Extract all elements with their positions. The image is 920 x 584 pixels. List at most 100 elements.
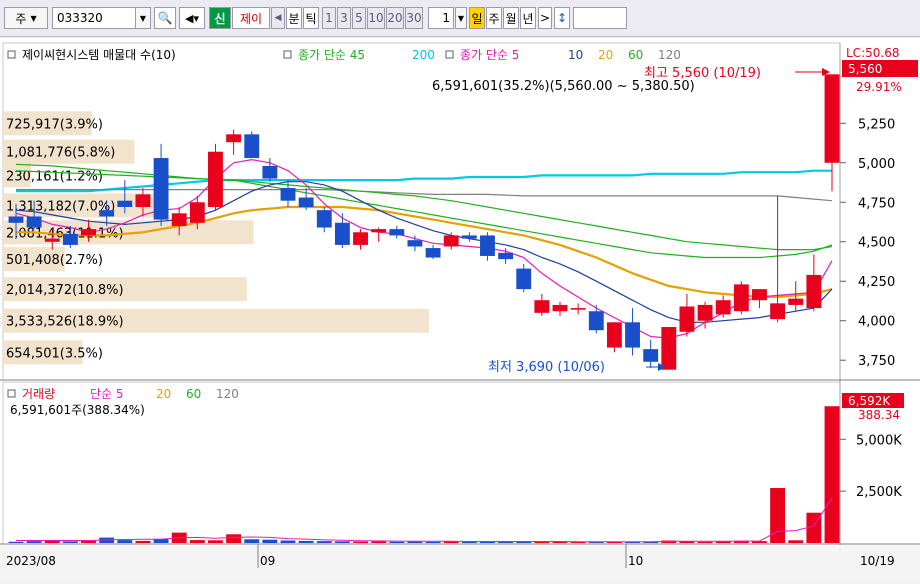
volume-bar: [81, 540, 96, 543]
stock-name-field: 제이: [232, 7, 270, 29]
count-dropdown-button[interactable]: ▼: [455, 7, 467, 29]
period-select[interactable]: 주 ▼: [4, 7, 48, 29]
volume-bar: [353, 541, 368, 543]
volume-profile-label: 1,081,776(5.8%): [6, 146, 115, 161]
candle-body: [498, 252, 514, 260]
speaker-button[interactable]: ◀▾: [179, 7, 205, 29]
volume-bar: [334, 541, 350, 543]
search-button[interactable]: 🔍: [154, 7, 176, 29]
toolbar: 주 ▼ 033320 ▼ 🔍 ◀▾ 신 제이 ◀ 분 틱 1 3 5 10 20…: [0, 0, 920, 37]
volume-bar: [298, 540, 314, 543]
volume-bar: [316, 541, 332, 543]
number-button-label: 3: [340, 11, 348, 25]
number-button-3[interactable]: 3: [337, 7, 351, 29]
candle-body: [643, 349, 659, 362]
price-legend-title: 제이씨현시스템 매물대 수(10): [22, 48, 176, 62]
tab-month[interactable]: 월: [503, 7, 519, 29]
tab-day[interactable]: 일: [469, 7, 485, 29]
credit-badge[interactable]: 신: [209, 7, 231, 29]
right-stack-value: 29.91%: [856, 80, 902, 94]
candle-body: [588, 311, 604, 331]
tab-week-label: 주: [488, 11, 500, 26]
unit-tick-button[interactable]: 틱: [303, 7, 319, 29]
price-legend-ma200: 200: [412, 48, 435, 62]
price-legend-ma120: 120: [658, 48, 681, 62]
volume-profile-label: 3,533,526(18.9%): [6, 315, 124, 330]
code-dropdown-button[interactable]: ▼: [135, 7, 151, 29]
price-tick-label: 4,750: [858, 196, 895, 211]
candle-body: [661, 327, 677, 370]
number-button-5[interactable]: 5: [352, 7, 366, 29]
volume-bar: [371, 541, 387, 543]
volume-bar: [62, 541, 78, 543]
volume-bar: [280, 540, 296, 543]
candle-body: [334, 222, 350, 245]
blank-input[interactable]: [573, 7, 627, 29]
period-select-value: 주: [15, 11, 27, 26]
candle-body: [226, 134, 242, 143]
tab-week[interactable]: 주: [486, 7, 502, 29]
candle-body: [171, 213, 187, 226]
chart-svg: 725,917(3.9%) 1,081,776(5.8%) 230,161(1.2%…: [0, 38, 920, 581]
volume-legend-title: 거래량: [22, 387, 55, 401]
number-button-30[interactable]: 30: [405, 7, 423, 29]
candle-body: [770, 303, 786, 320]
high-label: 최고 5,560 (10/19): [644, 66, 761, 81]
candle-body: [262, 165, 278, 179]
candle-body: [480, 235, 495, 256]
candle-body: [461, 235, 477, 239]
price-tick-label: 4,500: [858, 236, 895, 251]
number-button-20[interactable]: 20: [386, 7, 404, 29]
tab-year[interactable]: 년: [520, 7, 536, 29]
current-volume-value: 6,592K: [848, 394, 891, 408]
price-tick-label: 4,250: [858, 275, 895, 290]
price-tick-label: 5,250: [858, 117, 895, 132]
volume-bar: [425, 541, 441, 543]
candle-body: [516, 268, 532, 290]
price-tick-label: 4,000: [858, 315, 895, 330]
volume-legend-120: 120: [216, 387, 239, 401]
candle-body: [679, 306, 695, 332]
candle-body: [534, 300, 550, 313]
volume-tick-label: 2,500K: [856, 485, 902, 500]
unit-minute-button[interactable]: 분: [286, 7, 302, 29]
stock-code-value: 033320: [57, 11, 103, 25]
count-value: 1: [442, 11, 450, 25]
volume-bar: [117, 540, 133, 543]
stock-name-value: 제이: [239, 11, 263, 26]
volume-bar: [389, 541, 405, 543]
candle-body: [280, 188, 296, 201]
number-button-1[interactable]: 1: [322, 7, 336, 29]
tab-day-label: 일: [471, 11, 483, 26]
chevron-down-icon: ▼: [457, 13, 465, 23]
price-legend-ma-long: 종가 단순 45: [298, 48, 365, 62]
next-button[interactable]: >: [538, 7, 552, 29]
count-input[interactable]: 1: [428, 7, 454, 29]
volume-profile-label: 654,501(3.5%): [6, 346, 103, 361]
price-legend-ma10: 10: [568, 48, 583, 62]
candle-body: [715, 300, 731, 315]
candle-body: [733, 284, 749, 312]
prev-arrow-button[interactable]: ◀: [271, 7, 285, 29]
candle-body: [208, 151, 223, 207]
tab-month-label: 월: [505, 11, 517, 26]
candle-body: [552, 304, 568, 312]
updown-button[interactable]: ↕: [554, 7, 570, 29]
volume-bar: [135, 540, 151, 543]
number-button-label: 10: [368, 11, 384, 25]
stock-code-input[interactable]: 033320: [52, 7, 148, 29]
unit-minute-label: 분: [288, 11, 300, 26]
unit-tick-label: 틱: [305, 11, 317, 26]
number-button-10[interactable]: 10: [367, 7, 385, 29]
volume-profile-label: 725,917(3.9%): [6, 117, 103, 132]
chevron-down-icon: ▼: [30, 13, 37, 23]
price-legend: 제이씨현시스템 매물대 수(10) 종가 단순 45 200 종가 단순 5 1…: [7, 48, 681, 62]
candle-body: [788, 298, 804, 305]
number-button-label: 30: [406, 11, 422, 25]
candle-body: [135, 194, 151, 207]
number-button-label: 1: [325, 11, 333, 25]
volume-legend-20: 20: [156, 387, 171, 401]
price-tick-label: 3,750: [858, 354, 895, 369]
volume-bar: [788, 540, 804, 543]
candle-body: [824, 74, 840, 163]
